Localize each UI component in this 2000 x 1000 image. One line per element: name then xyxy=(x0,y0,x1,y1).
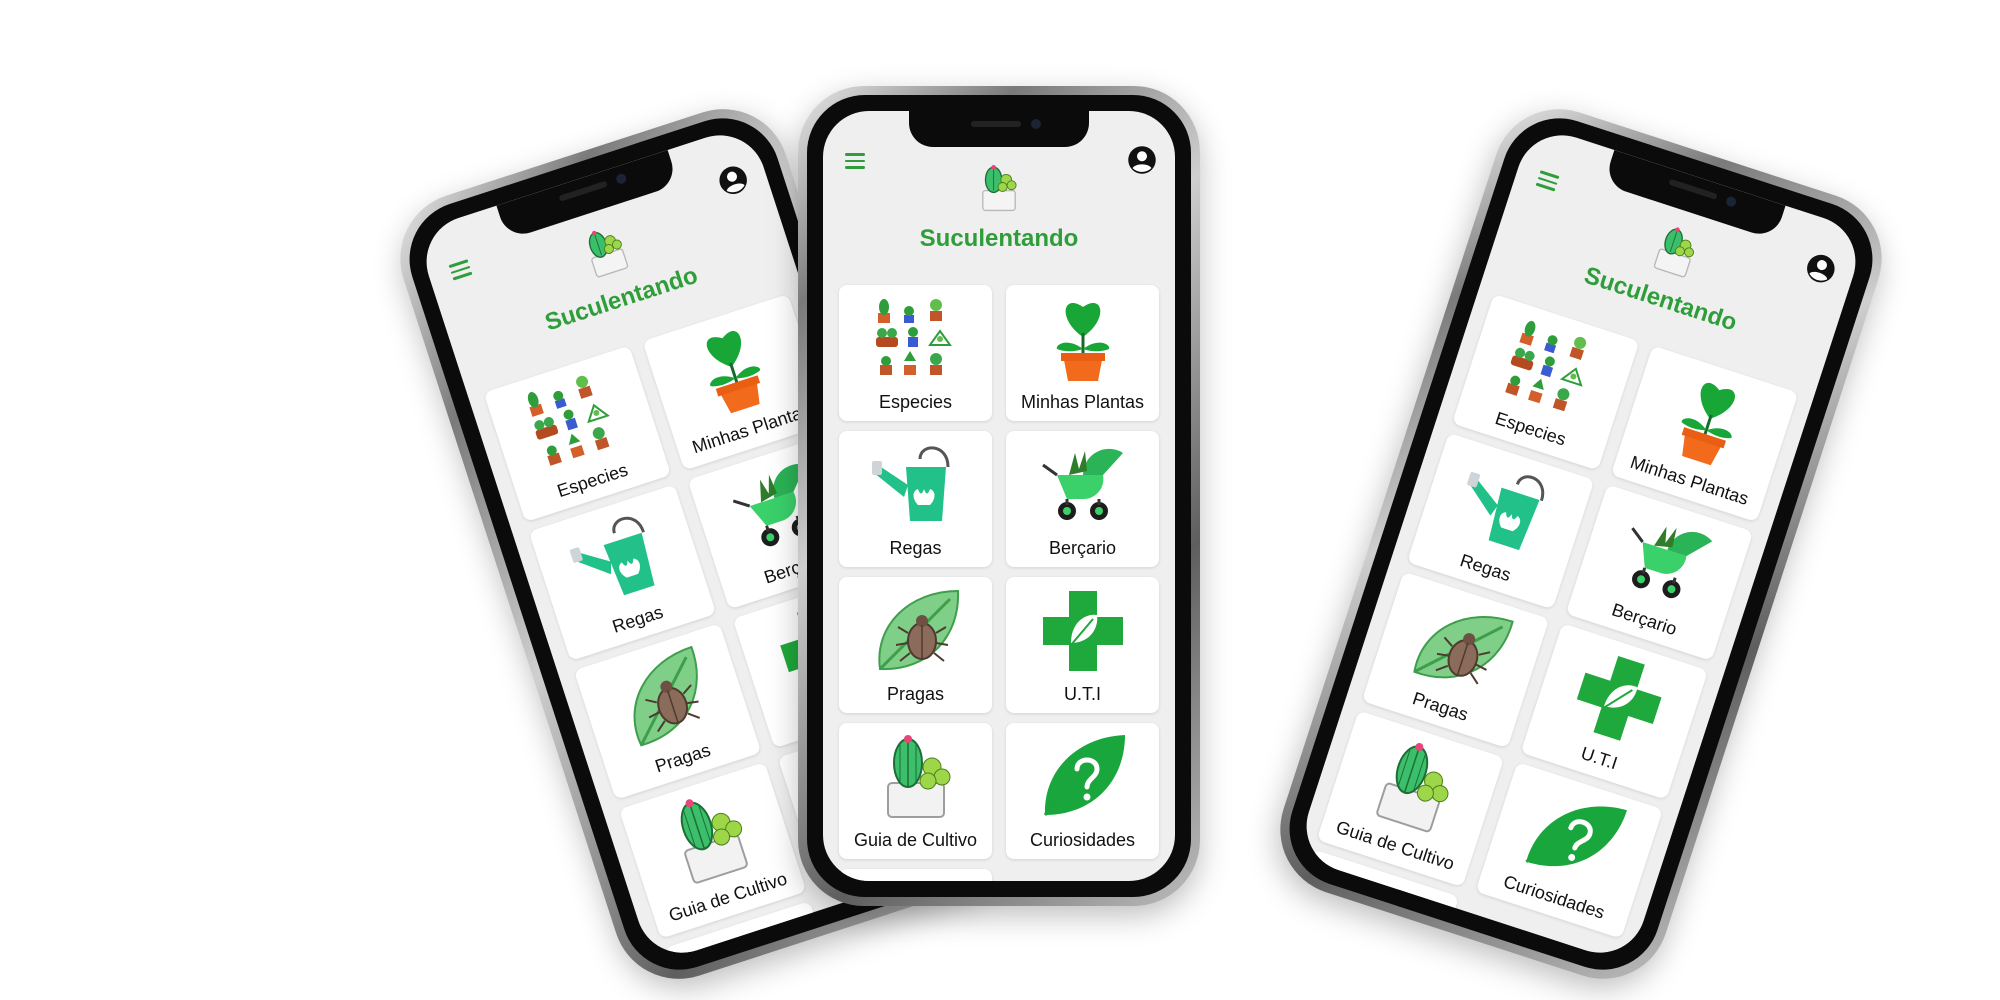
menu-card-label: Berçario xyxy=(1048,538,1117,558)
menu-card-minhas-plantas[interactable]: Minhas Plantas xyxy=(1006,285,1159,421)
succulent-collection-icon xyxy=(870,293,962,385)
phone-notch xyxy=(909,111,1089,147)
app-logo-icon xyxy=(972,159,1026,215)
leaf-beetle-icon xyxy=(605,640,721,756)
phone-mockup: Suculentando Especies Minhas Plantas Regas… xyxy=(798,86,1200,906)
menu-card-especies[interactable]: Especies xyxy=(839,285,992,421)
leaf-beetle-icon xyxy=(870,585,962,677)
menu-card-partial[interactable] xyxy=(839,869,992,881)
menu-card-guia-de-cultivo[interactable]: Guia de Cultivo xyxy=(839,723,992,859)
hamburger-menu-icon[interactable] xyxy=(448,259,473,281)
question-leaf-icon xyxy=(1516,779,1632,895)
menu-card-label: Pragas xyxy=(886,684,945,704)
menu-card-label: Regas xyxy=(889,538,942,558)
potted-heart-plant-icon xyxy=(674,311,790,427)
succulent-pot-icon xyxy=(650,779,766,895)
hamburger-menu-icon[interactable] xyxy=(845,153,865,169)
app-logo-icon xyxy=(571,215,640,285)
menu-grid: Especies Minhas Plantas Regas Berçario Praga… xyxy=(839,285,1159,881)
menu-grid: Especies Minhas Plantas Regas Berçario Praga… xyxy=(1295,293,1799,965)
green-cross-leaf-icon xyxy=(1037,585,1129,677)
potted-heart-plant-icon xyxy=(1037,293,1129,385)
succulent-pot-icon xyxy=(870,731,962,823)
green-cross-leaf-icon xyxy=(1561,640,1677,756)
watering-can-icon xyxy=(1447,450,1563,566)
menu-card-regas[interactable]: Regas xyxy=(839,431,992,567)
account-circle-icon[interactable] xyxy=(714,161,752,199)
account-circle-icon[interactable] xyxy=(1802,250,1840,288)
menu-card-label: Especies xyxy=(878,392,953,412)
menu-card-label: Curiosidades xyxy=(1029,830,1136,850)
menu-card-ber-ario[interactable]: Berçario xyxy=(1006,431,1159,567)
app-title: Suculentando xyxy=(919,225,1079,252)
succulent-collection-icon xyxy=(515,363,631,479)
succulent-pot-icon xyxy=(1357,727,1473,843)
menu-card-pragas[interactable]: Pragas xyxy=(839,577,992,713)
menu-card-label: Guia de Cultivo xyxy=(853,830,978,850)
leaf-beetle-icon xyxy=(1402,589,1518,705)
account-circle-icon[interactable] xyxy=(1127,145,1157,175)
succulent-collection-icon xyxy=(1492,311,1608,427)
watering-can-icon xyxy=(560,501,676,617)
plant-stroller-icon xyxy=(1037,439,1129,531)
menu-card-label: Minhas Plantas xyxy=(1020,392,1145,412)
app-logo-icon xyxy=(1642,215,1711,285)
plant-stroller-icon xyxy=(1606,501,1722,617)
question-leaf-icon xyxy=(1037,731,1129,823)
watering-can-icon xyxy=(870,439,962,531)
menu-card-u-t-i[interactable]: U.T.I xyxy=(1006,577,1159,713)
hamburger-menu-icon[interactable] xyxy=(1535,170,1560,192)
menu-card-curiosidades[interactable]: Curiosidades xyxy=(1006,723,1159,859)
app-screen: Suculentando Especies Minhas Plantas Regas… xyxy=(823,111,1175,881)
phone-mockup: Suculentando Especies Minhas Plantas Regas… xyxy=(1263,91,1899,997)
potted-heart-plant-icon xyxy=(1651,363,1767,479)
menu-card-label: U.T.I xyxy=(1063,684,1101,704)
